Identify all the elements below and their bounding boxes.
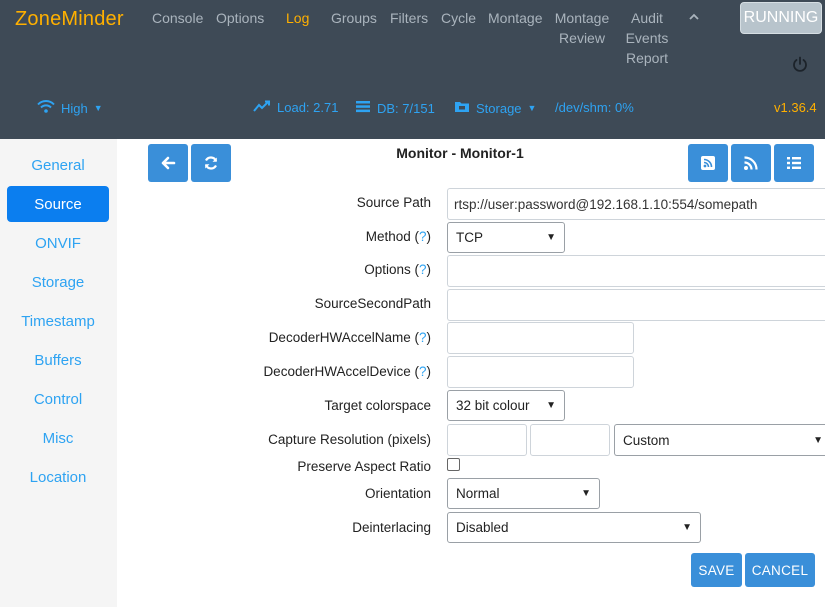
- refresh-icon: [203, 155, 219, 171]
- capture-resolution-label: Capture Resolution (pixels): [268, 432, 431, 447]
- target-colorspace-value: 32 bit colour: [456, 398, 530, 413]
- capture-resolution-preset-select[interactable]: Custom ▼: [614, 424, 825, 456]
- chart-line-icon: [253, 100, 271, 115]
- save-button[interactable]: SAVE: [691, 553, 742, 587]
- arrow-left-icon: [160, 155, 176, 171]
- wifi-icon: [37, 100, 55, 116]
- folder-icon: [454, 100, 470, 116]
- power-icon[interactable]: [791, 55, 809, 73]
- preserve-aspect-ratio-checkbox[interactable]: [447, 458, 460, 471]
- page-title: Monitor - Monitor-1: [396, 145, 524, 161]
- capture-height-input[interactable]: [530, 424, 610, 456]
- decoder-hw-accel-name-label: DecoderHWAccelName (?): [268, 330, 431, 345]
- nav-log[interactable]: Log: [286, 8, 309, 28]
- chevron-down-icon: ▼: [546, 400, 556, 411]
- database-icon: [355, 100, 371, 116]
- options-label: Options (?): [364, 262, 431, 277]
- bandwidth-dropdown[interactable]: High ▼: [37, 100, 103, 116]
- nav-audit-events-report[interactable]: Audit Events Report: [622, 8, 672, 68]
- back-button[interactable]: [148, 144, 188, 182]
- preserve-aspect-ratio-label: Preserve Aspect Ratio: [297, 459, 431, 474]
- decoder-hw-accel-name-input[interactable]: [447, 322, 634, 354]
- chevron-down-icon: ▼: [682, 522, 692, 533]
- options-input[interactable]: [447, 255, 825, 287]
- capture-width-input[interactable]: [447, 424, 527, 456]
- decoder-hw-accel-device-input[interactable]: [447, 356, 634, 388]
- deinterlacing-value: Disabled: [456, 520, 509, 535]
- nav-filters[interactable]: Filters: [390, 8, 428, 28]
- bandwidth-label: High: [61, 100, 88, 116]
- sidebar-item-general[interactable]: General: [7, 147, 109, 183]
- rss-button[interactable]: [731, 144, 771, 182]
- refresh-button[interactable]: [191, 144, 231, 182]
- options-help-link[interactable]: ?: [419, 262, 427, 277]
- decoder-hw-accel-device-label: DecoderHWAccelDevice (?): [263, 364, 431, 379]
- method-select-value: TCP: [456, 230, 483, 245]
- storage-dropdown[interactable]: Storage ▼: [454, 100, 536, 116]
- cancel-button[interactable]: CANCEL: [745, 553, 815, 587]
- method-label: Method (?): [365, 229, 431, 244]
- load-value: Load: 2.71: [277, 100, 339, 115]
- source-second-path-label: SourceSecondPath: [314, 296, 431, 311]
- deinterlacing-label: Deinterlacing: [352, 520, 431, 535]
- load-indicator: Load: 2.71: [253, 100, 338, 115]
- chevron-down-icon: ▼: [546, 232, 556, 243]
- chevron-down-icon: ▼: [581, 488, 591, 499]
- list-button[interactable]: [774, 144, 814, 182]
- orientation-value: Normal: [456, 486, 500, 501]
- storage-label: Storage: [476, 100, 522, 116]
- orientation-label: Orientation: [364, 486, 431, 501]
- rss-square-icon: [700, 155, 716, 171]
- db-value: DB: 7/151: [377, 100, 435, 116]
- nav-groups[interactable]: Groups: [331, 8, 377, 28]
- chevron-down-icon: ▼: [813, 434, 823, 446]
- run-state-button[interactable]: RUNNING: [740, 2, 822, 34]
- rss-button-small[interactable]: [688, 144, 728, 182]
- decoder-hw-accel-name-help-link[interactable]: ?: [419, 330, 427, 345]
- nav-montage-review[interactable]: Montage Review: [553, 8, 611, 48]
- shm-indicator: /dev/shm: 0%: [555, 100, 634, 115]
- nav-montage[interactable]: Montage: [488, 8, 542, 28]
- nav-cycle[interactable]: Cycle: [441, 8, 476, 28]
- source-path-input[interactable]: rtsp://user:password@192.168.1.10:554/so…: [447, 188, 825, 220]
- caret-down-icon: ▼: [93, 103, 103, 113]
- brand-logo[interactable]: ZoneMinder: [15, 8, 124, 31]
- target-colorspace-select[interactable]: 32 bit colour ▼: [447, 390, 565, 421]
- decoder-hw-accel-device-help-link[interactable]: ?: [419, 364, 427, 379]
- caret-down-icon: ▼: [527, 103, 537, 113]
- source-path-label: Source Path: [356, 195, 431, 210]
- nav-options[interactable]: Options: [216, 8, 264, 28]
- method-help-link[interactable]: ?: [419, 229, 427, 244]
- orientation-select[interactable]: Normal ▼: [447, 478, 600, 509]
- capture-resolution-preset-value: Custom: [623, 432, 670, 448]
- top-navbar: ZoneMinder Console Options Log Groups Fi…: [0, 0, 825, 139]
- version-label: v1.36.4: [774, 100, 817, 115]
- target-colorspace-label: Target colorspace: [324, 398, 431, 413]
- deinterlacing-select[interactable]: Disabled ▼: [447, 512, 701, 543]
- source-second-path-input[interactable]: [447, 289, 825, 321]
- list-icon: [786, 155, 802, 171]
- db-indicator: DB: 7/151: [355, 100, 435, 116]
- nav-console[interactable]: Console: [152, 8, 203, 28]
- rss-icon: [743, 155, 759, 171]
- chevron-up-icon[interactable]: [688, 10, 700, 26]
- method-select[interactable]: TCP ▼: [447, 222, 565, 253]
